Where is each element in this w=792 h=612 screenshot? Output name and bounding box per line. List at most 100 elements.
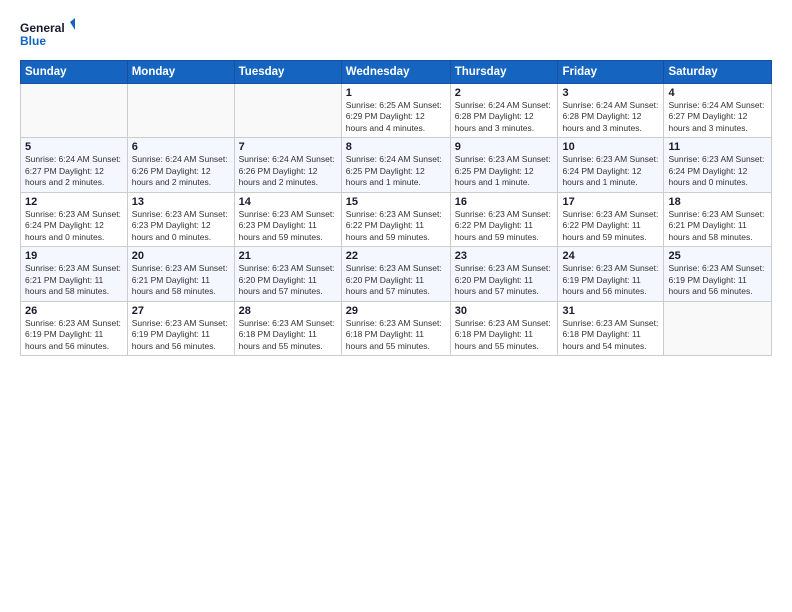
calendar-cell: 7Sunrise: 6:24 AM Sunset: 6:26 PM Daylig…	[234, 138, 341, 192]
calendar-cell: 3Sunrise: 6:24 AM Sunset: 6:28 PM Daylig…	[558, 84, 664, 138]
calendar-cell: 11Sunrise: 6:23 AM Sunset: 6:24 PM Dayli…	[664, 138, 772, 192]
column-header-thursday: Thursday	[450, 61, 558, 84]
day-info: Sunrise: 6:23 AM Sunset: 6:18 PM Dayligh…	[562, 318, 659, 352]
day-info: Sunrise: 6:23 AM Sunset: 6:24 PM Dayligh…	[25, 209, 123, 243]
svg-text:General: General	[20, 21, 65, 35]
day-number: 8	[346, 141, 446, 153]
calendar-cell: 26Sunrise: 6:23 AM Sunset: 6:19 PM Dayli…	[21, 301, 128, 355]
logo: General Blue	[20, 18, 75, 50]
calendar-cell: 15Sunrise: 6:23 AM Sunset: 6:22 PM Dayli…	[341, 192, 450, 246]
calendar-table: SundayMondayTuesdayWednesdayThursdayFrid…	[20, 60, 772, 356]
day-info: Sunrise: 6:23 AM Sunset: 6:23 PM Dayligh…	[239, 209, 337, 243]
day-info: Sunrise: 6:23 AM Sunset: 6:19 PM Dayligh…	[25, 318, 123, 352]
day-info: Sunrise: 6:23 AM Sunset: 6:22 PM Dayligh…	[346, 209, 446, 243]
calendar-cell: 8Sunrise: 6:24 AM Sunset: 6:25 PM Daylig…	[341, 138, 450, 192]
day-info: Sunrise: 6:24 AM Sunset: 6:27 PM Dayligh…	[25, 154, 123, 188]
day-number: 12	[25, 196, 123, 208]
day-number: 5	[25, 141, 123, 153]
calendar-cell	[664, 301, 772, 355]
calendar-header-row: SundayMondayTuesdayWednesdayThursdayFrid…	[21, 61, 772, 84]
calendar-cell: 22Sunrise: 6:23 AM Sunset: 6:20 PM Dayli…	[341, 247, 450, 301]
day-number: 6	[132, 141, 230, 153]
day-number: 29	[346, 305, 446, 317]
calendar-cell: 29Sunrise: 6:23 AM Sunset: 6:18 PM Dayli…	[341, 301, 450, 355]
day-number: 1	[346, 87, 446, 99]
calendar-cell	[21, 84, 128, 138]
day-number: 26	[25, 305, 123, 317]
calendar-cell: 17Sunrise: 6:23 AM Sunset: 6:22 PM Dayli…	[558, 192, 664, 246]
day-info: Sunrise: 6:23 AM Sunset: 6:19 PM Dayligh…	[668, 263, 767, 297]
day-info: Sunrise: 6:24 AM Sunset: 6:26 PM Dayligh…	[239, 154, 337, 188]
day-info: Sunrise: 6:23 AM Sunset: 6:22 PM Dayligh…	[562, 209, 659, 243]
calendar-cell: 9Sunrise: 6:23 AM Sunset: 6:25 PM Daylig…	[450, 138, 558, 192]
calendar-cell: 2Sunrise: 6:24 AM Sunset: 6:28 PM Daylig…	[450, 84, 558, 138]
calendar-cell: 31Sunrise: 6:23 AM Sunset: 6:18 PM Dayli…	[558, 301, 664, 355]
calendar-week-4: 19 Sunrise: 6:23 AM Sunset: 6:21 PM Dayli…	[21, 247, 772, 301]
day-info: Sunrise: 6:23 AM Sunset: 6:18 PM Dayligh…	[239, 318, 337, 352]
day-info: Sunrise: 6:23 AM Sunset: 6:21 PM Dayligh…	[132, 263, 230, 297]
day-info: Sunrise: 6:23 AM Sunset: 6:18 PM Dayligh…	[346, 318, 446, 352]
calendar-cell: 16Sunrise: 6:23 AM Sunset: 6:22 PM Dayli…	[450, 192, 558, 246]
calendar-cell: 10Sunrise: 6:23 AM Sunset: 6:24 PM Dayli…	[558, 138, 664, 192]
calendar-cell: 18Sunrise: 6:23 AM Sunset: 6:21 PM Dayli…	[664, 192, 772, 246]
calendar-cell	[127, 84, 234, 138]
calendar-cell: 21Sunrise: 6:23 AM Sunset: 6:20 PM Dayli…	[234, 247, 341, 301]
calendar-week-1: 1Sunrise: 6:25 AM Sunset: 6:29 PM Daylig…	[21, 84, 772, 138]
day-number: 2	[455, 87, 554, 99]
day-info: Sunrise: 6:24 AM Sunset: 6:27 PM Dayligh…	[668, 100, 767, 134]
day-number: 11	[668, 141, 767, 153]
column-header-wednesday: Wednesday	[341, 61, 450, 84]
calendar-cell: 27Sunrise: 6:23 AM Sunset: 6:19 PM Dayli…	[127, 301, 234, 355]
day-info: Sunrise: 6:23 AM Sunset: 6:22 PM Dayligh…	[455, 209, 554, 243]
calendar-cell	[234, 84, 341, 138]
calendar-week-5: 26Sunrise: 6:23 AM Sunset: 6:19 PM Dayli…	[21, 301, 772, 355]
day-info: Sunrise: 6:23 AM Sunset: 6:25 PM Dayligh…	[455, 154, 554, 188]
day-number: 22	[346, 250, 446, 262]
calendar-cell: 13Sunrise: 6:23 AM Sunset: 6:23 PM Dayli…	[127, 192, 234, 246]
day-number: 23	[455, 250, 554, 262]
day-number: 19	[25, 250, 123, 262]
calendar-cell: 24Sunrise: 6:23 AM Sunset: 6:19 PM Dayli…	[558, 247, 664, 301]
calendar-cell: 30Sunrise: 6:23 AM Sunset: 6:18 PM Dayli…	[450, 301, 558, 355]
day-info: Sunrise: 6:23 AM Sunset: 6:24 PM Dayligh…	[562, 154, 659, 188]
day-number: 9	[455, 141, 554, 153]
day-number: 10	[562, 141, 659, 153]
day-number: 3	[562, 87, 659, 99]
column-header-tuesday: Tuesday	[234, 61, 341, 84]
calendar-week-2: 5Sunrise: 6:24 AM Sunset: 6:27 PM Daylig…	[21, 138, 772, 192]
day-number: 20	[132, 250, 230, 262]
day-number: 31	[562, 305, 659, 317]
calendar-cell: 12Sunrise: 6:23 AM Sunset: 6:24 PM Dayli…	[21, 192, 128, 246]
day-info: Sunrise: 6:23 AM Sunset: 6:20 PM Dayligh…	[346, 263, 446, 297]
day-number: 15	[346, 196, 446, 208]
calendar-cell: 19Sunrise: 6:23 AM Sunset: 6:21 PM Dayli…	[21, 247, 128, 301]
calendar-cell: 25Sunrise: 6:23 AM Sunset: 6:19 PM Dayli…	[664, 247, 772, 301]
calendar-cell: 4Sunrise: 6:24 AM Sunset: 6:27 PM Daylig…	[664, 84, 772, 138]
day-number: 28	[239, 305, 337, 317]
day-info: Sunrise: 6:23 AM Sunset: 6:24 PM Dayligh…	[668, 154, 767, 188]
calendar-cell: 1Sunrise: 6:25 AM Sunset: 6:29 PM Daylig…	[341, 84, 450, 138]
day-number: 14	[239, 196, 337, 208]
calendar-cell: 23Sunrise: 6:23 AM Sunset: 6:20 PM Dayli…	[450, 247, 558, 301]
day-number: 18	[668, 196, 767, 208]
column-header-sunday: Sunday	[21, 61, 128, 84]
day-number: 16	[455, 196, 554, 208]
day-info: Sunrise: 6:23 AM Sunset: 6:21 PM Dayligh…	[668, 209, 767, 243]
column-header-monday: Monday	[127, 61, 234, 84]
day-info: Sunrise: 6:24 AM Sunset: 6:25 PM Dayligh…	[346, 154, 446, 188]
calendar-week-3: 12Sunrise: 6:23 AM Sunset: 6:24 PM Dayli…	[21, 192, 772, 246]
day-number: 24	[562, 250, 659, 262]
calendar-cell: 14Sunrise: 6:23 AM Sunset: 6:23 PM Dayli…	[234, 192, 341, 246]
day-number: 4	[668, 87, 767, 99]
day-info: Sunrise: 6:24 AM Sunset: 6:26 PM Dayligh…	[132, 154, 230, 188]
calendar-cell: 6Sunrise: 6:24 AM Sunset: 6:26 PM Daylig…	[127, 138, 234, 192]
day-info: Sunrise: 6:25 AM Sunset: 6:29 PM Dayligh…	[346, 100, 446, 134]
day-number: 17	[562, 196, 659, 208]
day-info: Sunrise: 6:24 AM Sunset: 6:28 PM Dayligh…	[562, 100, 659, 134]
day-info: Sunrise: 6:23 AM Sunset: 6:20 PM Dayligh…	[239, 263, 337, 297]
day-info: Sunrise: 6:23 AM Sunset: 6:19 PM Dayligh…	[562, 263, 659, 297]
day-info: Sunrise: 6:24 AM Sunset: 6:28 PM Dayligh…	[455, 100, 554, 134]
day-number: 30	[455, 305, 554, 317]
logo-svg: General Blue	[20, 18, 75, 50]
day-info: Sunrise: 6:23 AM Sunset: 6:18 PM Dayligh…	[455, 318, 554, 352]
